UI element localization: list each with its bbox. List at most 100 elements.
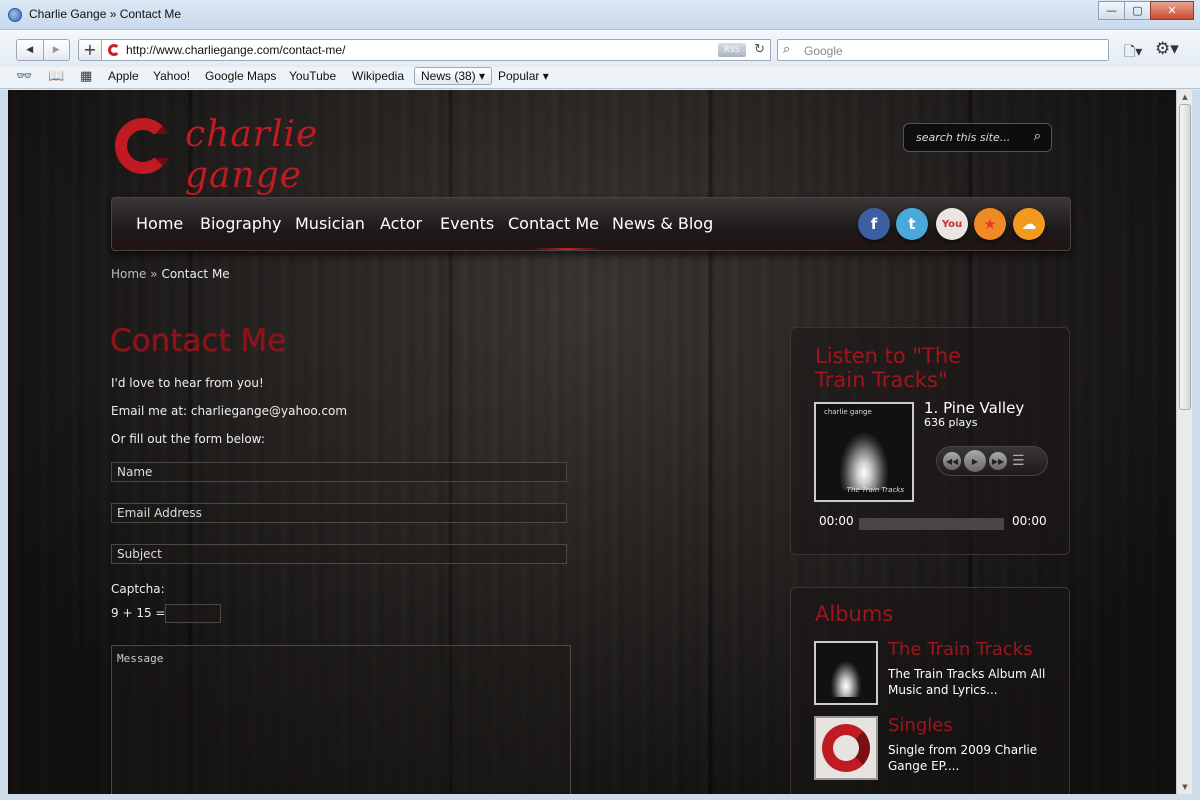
maximize-button[interactable]: ▢ (1124, 1, 1151, 20)
bookmark-news-folder[interactable]: News (38) ▾ (414, 67, 493, 85)
logo-ring-icon (115, 118, 171, 174)
main-nav: Home Biography Musician Actor Events Con… (111, 197, 1071, 251)
breadcrumb-home[interactable]: Home (111, 267, 146, 281)
reading-list-icon[interactable]: 👓 (16, 69, 32, 84)
reload-icon[interactable]: ↻ (754, 42, 765, 57)
subject-field[interactable]: Subject (111, 544, 567, 564)
page-title: Contact Me (110, 323, 287, 359)
scrollbar-thumb[interactable] (1179, 104, 1191, 410)
top-sites-grid-icon[interactable]: ▦ (80, 69, 92, 84)
captcha-label: Captcha: (111, 582, 165, 596)
album-cover-train-tracks[interactable]: charlie gange The Train Tracks (814, 402, 914, 502)
window-bottom-edge (0, 794, 1200, 800)
twitter-icon[interactable]: t (896, 208, 928, 240)
site-search-icon[interactable]: ⌕ (1034, 129, 1041, 144)
bookmarks-bar: 👓 📖 ▦ Apple Yahoo! Google Maps YouTube W… (0, 67, 1200, 89)
nav-contact-me[interactable]: Contact Me (508, 214, 599, 233)
window-titlebar: Charlie Gange » Contact Me — ▢ ✕ (0, 0, 1200, 30)
safari-icon (8, 8, 22, 22)
add-bookmark-button[interactable]: + (78, 39, 102, 61)
tunnel-thumb-image (831, 661, 861, 697)
album-title-singles[interactable]: Singles (888, 715, 953, 736)
tunnel-image (840, 432, 888, 491)
playlist-icon[interactable]: ☰ (1012, 453, 1025, 469)
message-textarea[interactable]: Message (111, 645, 571, 794)
albums-heading: Albums (815, 602, 894, 626)
site-logo[interactable]: charlie gange (111, 100, 441, 196)
breadcrumb-separator: » (150, 267, 158, 281)
album-title-train-tracks[interactable]: The Train Tracks (888, 639, 1033, 660)
cover-title-text: The Train Tracks (846, 486, 904, 494)
search-icon: ⌕ (783, 42, 791, 57)
forward-button[interactable]: ▶ (44, 40, 70, 60)
settings-gear-icon[interactable]: ⚙▾ (1155, 39, 1181, 59)
album-desc-train-tracks: The Train Tracks Album All Music and Lyr… (888, 667, 1046, 697)
window-controls: — ▢ ✕ (1098, 1, 1194, 20)
history-buttons: ◀ ▶ (16, 39, 70, 61)
album-thumb-train-tracks[interactable] (814, 641, 878, 705)
cover-artist-text: charlie gange (824, 408, 872, 416)
address-url[interactable]: http://www.charliegange.com/contact-me/ (126, 43, 345, 57)
bookmark-youtube[interactable]: YouTube (289, 69, 336, 83)
window-title: Charlie Gange » Contact Me (29, 7, 182, 21)
name-placeholder: Name (117, 465, 153, 479)
browser-toolbar: ◀ ▶ + http://www.charliegange.com/contac… (0, 30, 1200, 67)
active-nav-indicator (532, 248, 602, 250)
site-search-placeholder: search this site... (916, 131, 1011, 144)
window-left-edge (0, 90, 8, 800)
fast-forward-button[interactable]: ▶▶ (989, 452, 1007, 470)
email-text: Email me at: charliegange@yahoo.com (111, 404, 348, 418)
bookmark-apple[interactable]: Apple (108, 69, 139, 83)
site-search-input[interactable]: search this site... ⌕ (903, 123, 1052, 152)
track-plays: 636 plays (924, 416, 978, 429)
name-field[interactable]: Name (111, 462, 567, 482)
nav-home[interactable]: Home (136, 214, 183, 233)
browser-search-input[interactable]: ⌕ Google (777, 39, 1109, 61)
message-placeholder: Message (117, 652, 164, 665)
nav-news-blog[interactable]: News & Blog (612, 214, 713, 233)
bookmark-popular-folder[interactable]: Popular ▾ (498, 69, 549, 83)
total-time: 00:00 (1012, 514, 1047, 528)
nav-biography[interactable]: Biography (200, 214, 282, 233)
email-field[interactable]: Email Address (111, 503, 567, 523)
captcha-input[interactable] (165, 604, 221, 623)
web-page: charlie gange search this site... ⌕ Home… (8, 90, 1176, 794)
bookmarks-book-icon[interactable]: 📖 (48, 69, 64, 84)
subject-placeholder: Subject (117, 547, 162, 561)
page-scrollbar[interactable]: ▲ ▼ (1176, 90, 1192, 794)
album-thumb-singles[interactable] (814, 716, 878, 780)
soundcloud-icon[interactable]: ☁ (1013, 208, 1045, 240)
progress-bar[interactable] (859, 518, 1004, 530)
minimize-button[interactable]: — (1098, 1, 1125, 20)
site-favicon-icon (108, 44, 120, 56)
breadcrumb: Home » Contact Me (111, 267, 230, 281)
close-button[interactable]: ✕ (1150, 1, 1194, 20)
player-heading: Listen to "The Train Tracks" (815, 344, 962, 392)
track-title[interactable]: 1. Pine Valley (924, 399, 1024, 417)
intro-text: I'd love to hear from you! (111, 376, 264, 390)
breadcrumb-current: Contact Me (161, 267, 230, 281)
rewind-button[interactable]: ◀◀ (943, 452, 961, 470)
browser-search-placeholder: Google (804, 44, 843, 58)
rss-button[interactable]: RSS (718, 43, 746, 57)
bookmark-yahoo[interactable]: Yahoo! (153, 69, 190, 83)
current-time: 00:00 (819, 514, 854, 528)
bookmark-google-maps[interactable]: Google Maps (205, 69, 276, 83)
nav-events[interactable]: Events (440, 214, 494, 233)
address-bar[interactable]: http://www.charliegange.com/contact-me/ … (101, 39, 771, 61)
youtube-icon[interactable]: You (936, 208, 968, 240)
nav-musician[interactable]: Musician (295, 214, 365, 233)
reverbnation-star-icon[interactable]: ★ (974, 208, 1006, 240)
captcha-question: 9 + 15 = (111, 606, 166, 620)
bookmark-wikipedia[interactable]: Wikipedia (352, 69, 404, 83)
facebook-icon[interactable]: f (858, 208, 890, 240)
scroll-down-arrow-icon[interactable]: ▼ (1177, 780, 1193, 794)
nav-actor[interactable]: Actor (380, 214, 422, 233)
scroll-up-arrow-icon[interactable]: ▲ (1177, 90, 1193, 104)
form-instructions: Or fill out the form below: (111, 432, 265, 446)
album-desc-singles: Single from 2009 Charlie Gange EP.... (888, 743, 1038, 773)
window-right-edge (1192, 90, 1200, 800)
page-menu-icon[interactable]: 🗋▾ (1124, 41, 1148, 60)
back-button[interactable]: ◀ (17, 40, 44, 60)
play-button[interactable]: ▶ (964, 450, 986, 472)
